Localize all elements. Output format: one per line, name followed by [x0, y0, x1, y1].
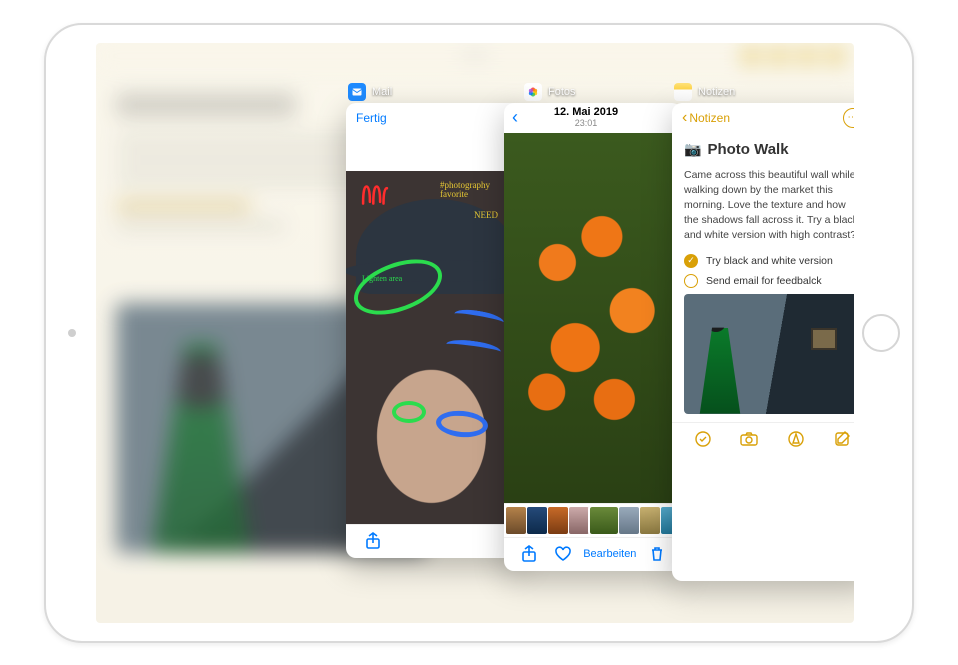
photos-topbar: ‹ 12. Mai 2019 23:01	[504, 103, 682, 133]
note-content[interactable]: 📷 Photo Walk Came across this beautiful …	[672, 133, 854, 422]
share-icon[interactable]	[516, 545, 542, 563]
photos-bottombar: Bearbeiten	[504, 537, 682, 571]
note-title-row: 📷 Photo Walk	[684, 141, 854, 158]
checkbox-checked-icon[interactable]: ✓	[684, 254, 698, 268]
heart-icon[interactable]	[550, 546, 576, 562]
slideover-card-mail[interactable]: Fertig #photography favorite NEED Lighte…	[346, 103, 524, 558]
notes-topbar: ‹ Notizen ⋯	[672, 103, 854, 133]
notes-bottombar	[672, 422, 854, 456]
app-label-photos[interactable]: Fotos	[524, 83, 576, 101]
thumbnail-selected[interactable]	[590, 507, 618, 534]
mail-bottombar	[346, 524, 524, 558]
thumbnail[interactable]	[619, 507, 639, 534]
ipad-screen: Mail Fotos Notizen Fertig	[96, 43, 854, 623]
markup-icon[interactable]	[783, 430, 809, 448]
ipad-device-frame: Mail Fotos Notizen Fertig	[44, 23, 914, 643]
trash-icon[interactable]	[644, 546, 670, 562]
thumbnail[interactable]	[640, 507, 660, 534]
front-camera	[68, 329, 76, 337]
checklist-item[interactable]: Send email for feedbalck	[684, 274, 854, 288]
photos-app-icon	[524, 83, 542, 101]
photo-thumbnail-strip[interactable]	[504, 503, 682, 537]
more-icon[interactable]: ⋯	[843, 108, 854, 128]
mail-app-icon	[348, 83, 366, 101]
photo-viewer[interactable]	[504, 133, 682, 503]
app-label-mail[interactable]: Mail	[348, 83, 392, 101]
thumbnail[interactable]	[527, 507, 547, 534]
note-title: Photo Walk	[707, 141, 788, 158]
checklist-icon[interactable]	[690, 430, 716, 448]
done-button[interactable]: Fertig	[356, 111, 387, 125]
checklist-item[interactable]: ✓ Try black and white version	[684, 254, 854, 268]
app-label-text: Mail	[372, 86, 392, 98]
slideover-card-photos[interactable]: ‹ 12. Mai 2019 23:01	[504, 103, 682, 571]
photo-date: 12. Mai 2019	[554, 107, 618, 118]
edit-button[interactable]: Bearbeiten	[583, 548, 636, 560]
checklist-text: Try black and white version	[706, 255, 833, 267]
home-button[interactable]	[862, 314, 900, 352]
app-label-notes[interactable]: Notizen	[674, 83, 735, 101]
camera-icon[interactable]	[736, 431, 762, 447]
app-label-text: Fotos	[548, 86, 576, 98]
photo-time: 23:01	[554, 118, 618, 128]
thumbnail[interactable]	[506, 507, 526, 534]
share-icon[interactable]	[360, 532, 386, 550]
thumbnail[interactable]	[548, 507, 568, 534]
checkbox-unchecked-icon[interactable]	[684, 274, 698, 288]
app-label-text: Notizen	[698, 86, 735, 98]
note-attached-photo[interactable]	[684, 294, 854, 414]
note-body-text: Came across this beautiful wall while wa…	[684, 168, 854, 244]
mail-photo-markup[interactable]: #photography favorite NEED Lighten area	[346, 171, 524, 524]
back-button[interactable]: ‹	[512, 107, 518, 128]
compose-icon[interactable]	[829, 430, 854, 448]
camera-icon: 📷	[684, 141, 701, 158]
mail-topbar: Fertig	[346, 103, 524, 133]
checklist-text: Send email for feedbalck	[706, 275, 822, 287]
notes-app-icon	[674, 83, 692, 101]
slideover-card-notes[interactable]: ‹ Notizen ⋯ 📷 Photo Walk Came across thi…	[672, 103, 854, 581]
thumbnail[interactable]	[569, 507, 589, 534]
back-button[interactable]: ‹ Notizen	[682, 109, 730, 127]
